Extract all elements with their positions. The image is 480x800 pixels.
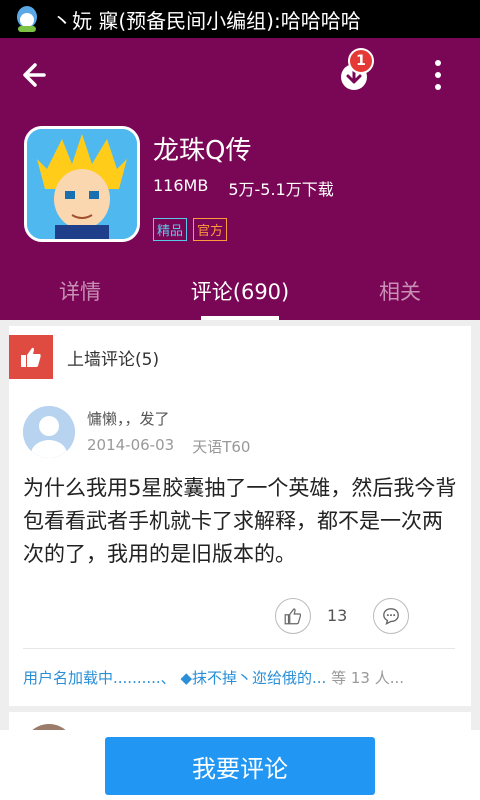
likers-suffix: 等 13 人... (331, 669, 405, 687)
section-title: 上墙评论(5) (67, 349, 160, 370)
thumbs-up-icon (9, 335, 53, 379)
back-arrow-icon[interactable] (18, 58, 52, 92)
tab-bar: 详情 评论(690) 相关 (0, 272, 480, 320)
avatar[interactable] (23, 406, 75, 458)
app-name: 龙珠Q传 (153, 136, 252, 166)
tag-official: 官方 (193, 218, 228, 241)
likers-names[interactable]: 用户名加载中..........、 ◆抹不掉丶迩给俄的... (23, 669, 326, 687)
thumbs-up-outline-icon[interactable] (275, 598, 311, 634)
comment-date: 2014-06-03 (87, 436, 175, 454)
notification-text: 丶妧 寱(预备民间小编组):哈哈哈哈 (52, 8, 361, 33)
likers-line[interactable]: 用户名加载中..........、 ◆抹不掉丶迩给俄的... 等 13 人... (23, 648, 455, 688)
comment-bubble-icon[interactable] (373, 598, 409, 634)
app-size: 116MB (153, 176, 209, 195)
download-badge: 1 (348, 48, 374, 74)
status-bar: 丶妧 寱(预备民间小编组):哈哈哈哈 (0, 0, 480, 38)
app-header: 1 龙珠Q传 116MB 5万-5.1万下载 精品 官方 详情 评论(690) … (0, 38, 480, 320)
comment-card: 上墙评论(5) 慵懒，，发了 2014-06-03 天语T60 为什么我用5星胶… (9, 326, 471, 706)
tab-related[interactable]: 相关 (320, 272, 480, 320)
tab-details[interactable]: 详情 (0, 272, 160, 320)
tag-featured: 精品 (153, 218, 188, 241)
app-tags: 精品 官方 (153, 218, 228, 241)
tab-comments[interactable]: 评论(690) (160, 272, 320, 320)
bottom-bar: 我要评论 (0, 730, 480, 800)
like-count: 13 (327, 606, 348, 625)
more-vert-icon[interactable] (428, 58, 448, 92)
comment-text: 为什么我用5星胶囊抽了一个英雄，然后我今背包看看武者手机就卡了求解释，都不是一次… (23, 476, 457, 566)
app-downloads: 5万-5.1万下载 (228, 180, 334, 199)
app-meta: 116MB 5万-5.1万下载 (153, 176, 334, 200)
app-icon (24, 126, 140, 242)
comment-username[interactable]: 慵懒，，发了 (87, 408, 170, 429)
write-comment-button[interactable]: 我要评论 (105, 737, 375, 795)
comment-meta: 2014-06-03 天语T60 (87, 436, 250, 457)
qq-icon (12, 4, 42, 34)
comment-device: 天语T60 (192, 438, 251, 456)
section-header: 上墙评论(5) (9, 334, 471, 380)
